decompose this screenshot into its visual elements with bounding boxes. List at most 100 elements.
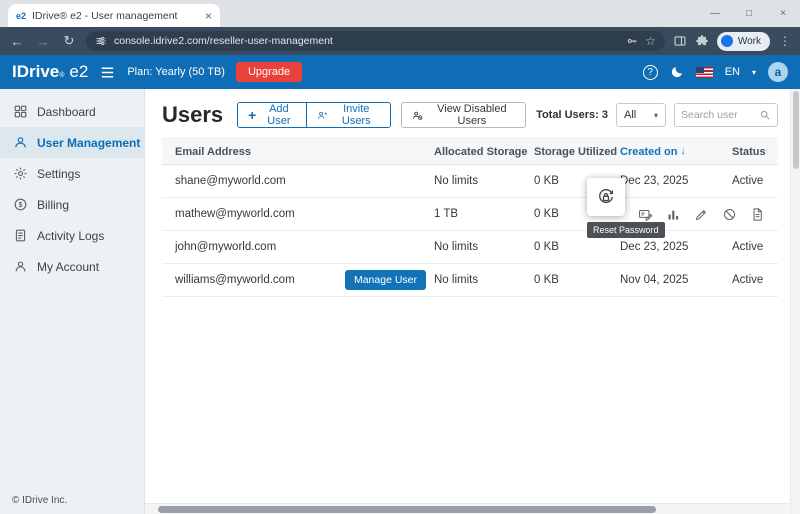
menu-hamburger-icon[interactable]	[99, 64, 116, 81]
sidebar-item-activity-logs[interactable]: Activity Logs	[0, 220, 144, 251]
sidebar: Dashboard User Management Settings $ Bil…	[0, 89, 145, 514]
table-row[interactable]: john@myworld.com No limits 0 KB Dec 23, …	[162, 231, 778, 264]
cell-utilized: 0 KB	[534, 274, 620, 286]
minimize-icon[interactable]: —	[698, 0, 732, 27]
idrive-logo[interactable]: IDrive® e2	[12, 62, 88, 82]
cell-status: Active	[732, 241, 778, 253]
url-text: console.idrive2.com/reseller-user-manage…	[114, 35, 619, 47]
col-header-email: Email Address	[162, 146, 434, 158]
bookmark-star-icon[interactable]: ☆	[645, 34, 656, 48]
search-input[interactable]	[681, 109, 755, 121]
close-icon[interactable]: ×	[766, 0, 800, 27]
add-user-button[interactable]: + Add User	[238, 103, 306, 127]
billing-icon: $	[13, 197, 28, 212]
users-table: Email Address Allocated Storage Storage …	[162, 138, 778, 297]
col-header-created[interactable]: Created on ↓	[620, 146, 732, 158]
side-panel-icon[interactable]	[673, 34, 687, 48]
app-header: IDrive®e2 Plan: Yearly (50 TB) Upgrade ?…	[0, 55, 800, 89]
browser-menu-icon[interactable]: ⋮	[778, 34, 792, 48]
chevron-down-icon: ▾	[654, 111, 658, 120]
sidebar-item-label: User Management	[37, 136, 140, 150]
disable-user-icon[interactable]	[722, 207, 737, 222]
view-disabled-users-button[interactable]: View Disabled Users	[401, 102, 526, 128]
cell-status: Active	[732, 175, 778, 187]
col-header-status: Status	[732, 146, 778, 158]
user-logs-icon[interactable]	[750, 207, 765, 222]
back-icon[interactable]: ←	[8, 34, 26, 49]
window-controls: — □ ×	[698, 0, 800, 27]
manage-user-button[interactable]: Manage User	[345, 270, 426, 290]
user-actions-group: + Add User Invite Users	[237, 102, 390, 128]
col-header-utilized: Storage Utilized	[534, 146, 620, 158]
cell-status: Active	[732, 274, 778, 286]
reset-password-button[interactable]	[587, 178, 625, 216]
sort-desc-icon: ↓	[680, 146, 685, 157]
plus-icon: +	[248, 107, 256, 123]
browser-tab[interactable]: e2 IDrive® e2 - User management ×	[8, 4, 220, 27]
vertical-scrollbar-thumb[interactable]	[793, 91, 799, 169]
sidebar-item-label: Dashboard	[37, 105, 96, 119]
cell-email: shane@myworld.com	[162, 175, 434, 187]
row-action-icons	[620, 207, 778, 222]
forward-icon[interactable]: →	[34, 34, 52, 49]
upgrade-button[interactable]: Upgrade	[236, 62, 302, 82]
logo-brand: IDrive	[12, 62, 59, 82]
horizontal-scrollbar-thumb[interactable]	[158, 506, 656, 513]
page-title: Users	[162, 102, 223, 128]
tab-close-icon[interactable]: ×	[205, 9, 212, 23]
profile-label: Work	[738, 36, 761, 47]
us-flag-icon	[696, 67, 713, 78]
cell-email: williams@myworld.com Manage User	[162, 270, 434, 290]
col-header-allocated: Allocated Storage	[434, 146, 534, 158]
cell-allocated: No limits	[434, 175, 534, 187]
toolbar-right-cluster: Total Users: 3 All ▾	[536, 103, 780, 127]
sidebar-item-settings[interactable]: Settings	[0, 158, 144, 189]
activity-logs-icon	[13, 228, 28, 243]
page-body: Dashboard User Management Settings $ Bil…	[0, 89, 800, 514]
profile-avatar-icon	[721, 35, 733, 47]
sidebar-item-label: Billing	[37, 198, 69, 212]
cell-created: Nov 04, 2025	[620, 274, 732, 286]
disabled-user-icon	[412, 109, 423, 122]
dark-mode-moon-icon[interactable]	[670, 65, 684, 79]
cell-email: mathew@myworld.com	[162, 208, 434, 220]
language-caret-icon[interactable]: ▾	[752, 68, 756, 77]
table-row[interactable]: shane@myworld.com No limits 0 KB Dec 23,…	[162, 165, 778, 198]
reload-icon[interactable]: ↻	[60, 33, 78, 49]
sidebar-item-label: Settings	[37, 167, 80, 181]
url-bar[interactable]: console.idrive2.com/reseller-user-manage…	[86, 31, 665, 51]
extensions-puzzle-icon[interactable]	[695, 34, 709, 48]
logo-product: e2	[69, 62, 88, 82]
usage-stats-icon[interactable]	[666, 207, 681, 222]
cell-allocated: 1 TB	[434, 208, 534, 220]
browser-profile-chip[interactable]: Work	[717, 32, 770, 51]
cell-created: Dec 23, 2025	[620, 175, 732, 187]
logo-registered-mark: ®	[59, 72, 64, 79]
edit-pencil-icon[interactable]	[694, 207, 709, 222]
password-key-icon[interactable]	[626, 35, 638, 47]
sidebar-item-user-management[interactable]: User Management	[0, 127, 144, 158]
help-icon[interactable]: ?	[643, 65, 658, 80]
account-avatar[interactable]: a	[768, 62, 788, 82]
user-filter-select[interactable]: All ▾	[616, 103, 666, 127]
sidebar-item-billing[interactable]: $ Billing	[0, 189, 144, 220]
tab-title: IDrive® e2 - User management	[32, 10, 199, 22]
invite-users-button[interactable]: Invite Users	[306, 103, 389, 127]
horizontal-scrollbar[interactable]	[145, 503, 790, 514]
vertical-scrollbar[interactable]	[790, 89, 800, 514]
maximize-icon[interactable]: □	[732, 0, 766, 27]
table-row[interactable]: mathew@myworld.com 1 TB 0 KB	[162, 198, 778, 231]
sidebar-item-dashboard[interactable]: Dashboard	[0, 96, 144, 127]
table-row[interactable]: williams@myworld.com Manage User No limi…	[162, 264, 778, 297]
browser-addressbar: ← → ↻ console.idrive2.com/reseller-user-…	[0, 27, 800, 55]
language-selector[interactable]: EN	[725, 66, 740, 78]
users-toolbar: Users + Add User Invite Users View Disab…	[145, 89, 790, 138]
sidebar-item-label: My Account	[37, 260, 99, 274]
sidebar-item-my-account[interactable]: My Account	[0, 251, 144, 282]
reset-password-tooltip: Reset Password	[587, 222, 665, 238]
search-box	[674, 103, 778, 127]
cell-email: john@myworld.com	[162, 241, 434, 253]
site-info-icon[interactable]	[95, 35, 107, 47]
total-users-label: Total Users: 3	[536, 109, 608, 121]
manage-plan-icon[interactable]	[638, 207, 653, 222]
